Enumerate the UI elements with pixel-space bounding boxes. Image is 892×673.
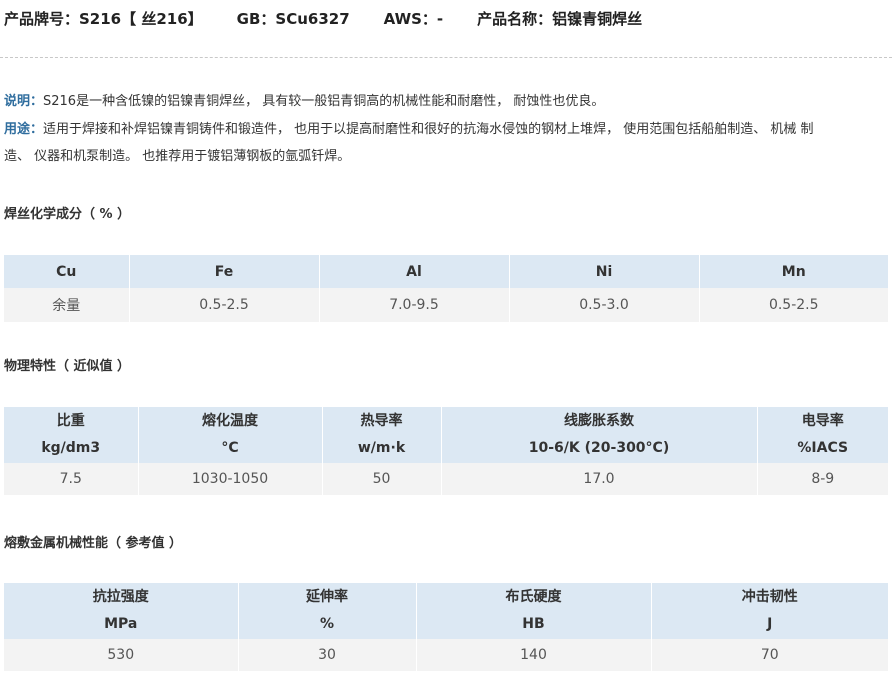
mechanical-header-tensile: 抗拉强度 MPa — [4, 583, 239, 639]
composition-header-fe: Fe — [129, 255, 320, 288]
physical-header-expansion: 线膨胀系数 10-6/K (20-300°C) — [441, 407, 758, 463]
usage-text-line2: 造、 仪器和机泵制造。 也推荐用于镀铝薄钢板的氩弧钎焊。 — [4, 149, 351, 164]
description-label: 说明： — [4, 94, 44, 109]
composition-value-cu: 余量 — [4, 288, 130, 322]
mechanical-header-impact-unit: J — [767, 616, 773, 632]
mechanical-value-impact: 70 — [651, 639, 888, 671]
composition-title: 焊丝化学成分（ % ） — [4, 207, 131, 222]
description-paragraph: 说明：S216是一种含低镍的铝镍青铜焊丝， 具有较一般铝青铜高的机械性能和耐磨性… — [4, 88, 888, 115]
mechanical-header-hardness: 布氏硬度 HB — [416, 583, 652, 639]
physical-header-expansion-name: 线膨胀系数 — [564, 413, 634, 429]
composition-value-fe: 0.5-2.5 — [129, 288, 320, 322]
physical-value-expansion: 17.0 — [441, 463, 758, 495]
usage-paragraph: 用途：适用于焊接和补焊铝镍青铜铸件和锻造件， 也用于以提高耐磨性和很好的抗海水侵… — [4, 116, 888, 170]
physical-header-melting: 熔化温度 °C — [138, 407, 323, 463]
physical-value-thermal: 50 — [322, 463, 442, 495]
physical-title: 物理特性（ 近似值 ） — [4, 359, 131, 374]
physical-header-density-name: 比重 — [56, 413, 85, 429]
composition-value-row: 余量 0.5-2.5 7.0-9.5 0.5-3.0 0.5-2.5 — [4, 288, 888, 322]
physical-header-conductivity-thermal: 热导率 w/m·k — [322, 407, 442, 463]
physical-header-expansion-unit: 10-6/K (20-300°C) — [528, 440, 670, 456]
composition-header-al: Al — [319, 255, 510, 288]
mechanical-value-tensile: 530 — [4, 639, 239, 671]
physical-header-thermal-name: 热导率 — [360, 413, 403, 429]
mechanical-header-row: 抗拉强度 MPa 延伸率 % 布氏硬度 HB 冲击韧性 J — [4, 583, 888, 639]
physical-header-row: 比重 kg/dm3 熔化温度 °C 热导率 w/m·k 线膨胀系数 10-6/K… — [4, 407, 888, 463]
physical-header-density-unit: kg/dm3 — [41, 440, 101, 456]
mechanical-header-tensile-name: 抗拉强度 — [92, 589, 149, 605]
product-model: 产品牌号：S216【 丝216】 — [4, 9, 203, 28]
physical-header-electrical-name: 电导率 — [801, 413, 844, 429]
dashed-divider — [0, 57, 892, 58]
composition-header-mn: Mn — [699, 255, 888, 288]
usage-text-line1: 适用于焊接和补焊铝镍青铜铸件和锻造件， 也用于以提高耐磨性和很好的抗海水侵蚀的钢… — [43, 122, 814, 137]
aws-standard: AWS：- — [383, 9, 444, 28]
physical-header-melting-name: 熔化温度 — [202, 413, 258, 429]
physical-header-electrical: 电导率 %IACS — [757, 407, 888, 463]
mechanical-header-impact-name: 冲击韧性 — [741, 589, 798, 605]
composition-table: Cu Fe Al Ni Mn 余量 0.5-2.5 7.0-9.5 0.5-3.… — [4, 255, 888, 322]
mechanical-header-hardness-unit: HB — [522, 616, 545, 632]
physical-header-electrical-unit: %IACS — [797, 440, 849, 456]
physical-value-density: 7.5 — [4, 463, 139, 495]
description-text: S216是一种含低镍的铝镍青铜焊丝， 具有较一般铝青铜高的机械性能和耐磨性， 耐… — [43, 94, 605, 109]
mechanical-value-row: 530 30 140 70 — [4, 639, 888, 671]
mechanical-header-elongation-name: 延伸率 — [306, 589, 348, 605]
gb-standard: GB：SCu6327 — [236, 9, 350, 28]
mechanical-header-elongation: 延伸率 % — [238, 583, 417, 639]
physical-table: 比重 kg/dm3 熔化温度 °C 热导率 w/m·k 线膨胀系数 10-6/K… — [4, 407, 888, 495]
composition-header-cu: Cu — [4, 255, 130, 288]
mechanical-header-tensile-unit: MPa — [104, 616, 138, 632]
composition-value-mn: 0.5-2.5 — [699, 288, 888, 322]
physical-header-density: 比重 kg/dm3 — [4, 407, 139, 463]
physical-header-thermal-unit: w/m·k — [357, 440, 406, 456]
product-name: 产品名称：铝镍青铜焊丝 — [477, 9, 643, 28]
mechanical-title: 熔敷金属机械性能（ 参考值 ） — [4, 536, 183, 551]
mechanical-header-hardness-name: 布氏硬度 — [505, 589, 562, 605]
physical-value-melting: 1030-1050 — [138, 463, 323, 495]
composition-value-al: 7.0-9.5 — [319, 288, 510, 322]
product-header: 产品牌号：S216【 丝216】 GB：SCu6327 AWS：- 产品名称：铝… — [4, 6, 642, 30]
physical-value-electrical: 8-9 — [757, 463, 888, 495]
physical-header-melting-unit: °C — [221, 440, 239, 456]
mechanical-header-elongation-unit: % — [319, 616, 335, 632]
mechanical-value-hardness: 140 — [416, 639, 652, 671]
mechanical-header-impact: 冲击韧性 J — [651, 583, 888, 639]
physical-value-row: 7.5 1030-1050 50 17.0 8-9 — [4, 463, 888, 495]
composition-header-row: Cu Fe Al Ni Mn — [4, 255, 888, 288]
usage-label: 用途： — [4, 122, 44, 137]
composition-value-ni: 0.5-3.0 — [509, 288, 700, 322]
mechanical-value-elongation: 30 — [238, 639, 417, 671]
mechanical-table: 抗拉强度 MPa 延伸率 % 布氏硬度 HB 冲击韧性 J 530 30 140… — [4, 583, 888, 671]
composition-header-ni: Ni — [509, 255, 700, 288]
